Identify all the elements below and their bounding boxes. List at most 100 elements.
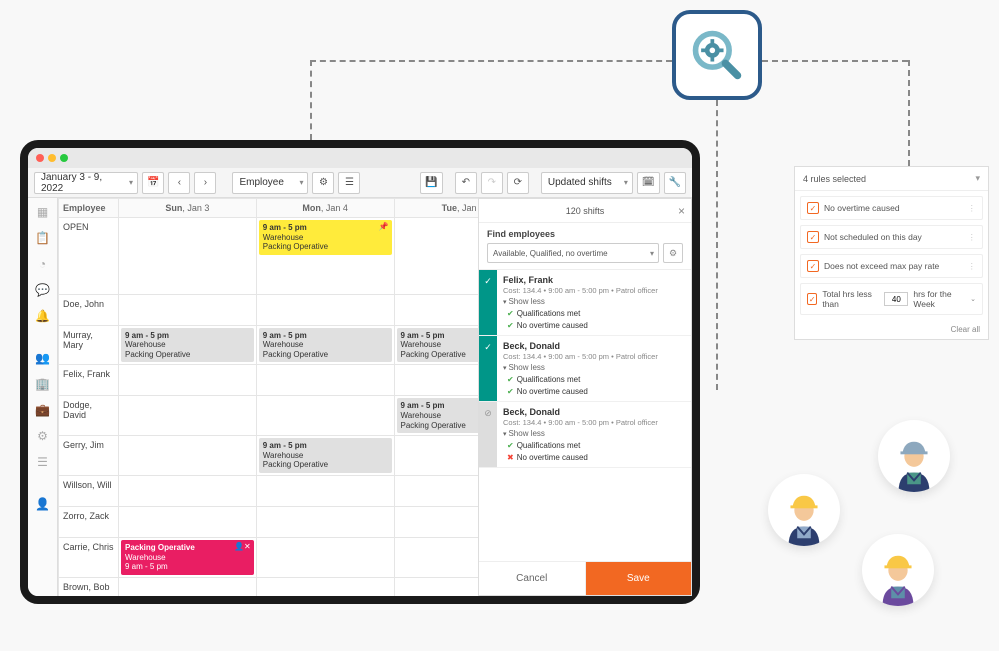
panel-subtitle: Find employees: [487, 229, 683, 239]
nav-bell-icon[interactable]: 🔔: [35, 308, 51, 324]
hours-input[interactable]: [884, 292, 908, 306]
nav-gear-icon[interactable]: ⚙: [35, 428, 51, 444]
row-label: Brown, Bob: [59, 578, 118, 596]
wrench-icon: 🔧: [669, 177, 681, 188]
candidate-name: Beck, Donald: [503, 341, 685, 351]
redo-icon: ↷: [488, 177, 496, 188]
rule-item[interactable]: ✓Total hrs less thanhrs for the Week⌄: [800, 283, 983, 315]
checkmark-badge: ✓: [479, 270, 497, 335]
row-label: Willson, Will: [59, 476, 118, 506]
undo-button[interactable]: ↶: [455, 172, 477, 194]
show-less-toggle[interactable]: Show less: [503, 297, 685, 306]
checkbox-icon[interactable]: ✓: [807, 202, 819, 214]
shift-block[interactable]: 📌9 am - 5 pmWarehousePacking Operative: [259, 220, 392, 255]
disabled-badge: ⊘: [479, 402, 497, 467]
nav-list-icon[interactable]: ☰: [35, 454, 51, 470]
row-label: Carrie, Chris: [59, 538, 118, 568]
col-day-header: Mon, Jan 4: [256, 199, 394, 218]
nav-user-icon[interactable]: 👤: [35, 496, 51, 512]
shift-block[interactable]: 9 am - 5 pmWarehousePacking Operative: [259, 438, 392, 473]
candidate-row[interactable]: ✓ Beck, Donald Cost: 134.4 • 9:00 am - 5…: [479, 336, 691, 402]
candidate-row[interactable]: ✓ Felix, Frank Cost: 134.4 • 9:00 am - 5…: [479, 270, 691, 336]
show-less-toggle[interactable]: Show less: [503, 429, 685, 438]
connector-line: [716, 100, 718, 390]
rules-header[interactable]: 4 rules selected: [795, 167, 988, 191]
checkbox-icon[interactable]: ✓: [807, 293, 817, 305]
nav-grid-icon[interactable]: ▦: [35, 204, 51, 220]
shift-block[interactable]: 9 am - 5 pmWarehousePacking Operative: [121, 328, 254, 363]
worker-avatar-icon: [768, 474, 840, 546]
clipboard-icon: 🗓: [642, 177, 655, 188]
connector-line: [908, 60, 910, 166]
save-button[interactable]: 💾: [420, 172, 442, 194]
clipboard-button[interactable]: 🗓: [637, 172, 660, 194]
col-day-header: Sun, Jan 3: [119, 199, 257, 218]
checkbox-icon[interactable]: ✓: [807, 231, 819, 243]
calendar-button[interactable]: 📅: [142, 172, 164, 194]
shift-block[interactable]: 👤✕Packing OperativeWarehouse9 am - 5 pm: [121, 540, 254, 575]
drag-icon[interactable]: ⋮: [968, 261, 977, 272]
filter-icon: ☰: [345, 177, 354, 188]
tools-button[interactable]: 🔧: [664, 172, 686, 194]
nav-chat-icon[interactable]: 💬: [35, 282, 51, 298]
close-icon[interactable]: ×: [678, 204, 685, 218]
nav-people-icon[interactable]: 👥: [35, 350, 51, 366]
feature-magnify-gear-icon: [672, 10, 762, 100]
candidate-meta: Cost: 134.4 • 9:00 am - 5:00 pm • Patrol…: [503, 418, 685, 427]
zoom-dot[interactable]: [60, 154, 68, 162]
rules-panel: 4 rules selected ✓No overtime caused⋮ ✓N…: [794, 166, 989, 340]
candidate-name: Beck, Donald: [503, 407, 685, 417]
refresh-icon: ⟳: [514, 177, 522, 188]
rule-item[interactable]: ✓Does not exceed max pay rate⋮: [800, 254, 983, 278]
filter-select[interactable]: Available, Qualified, no overtime: [487, 243, 659, 263]
row-label: Felix, Frank: [59, 365, 118, 395]
user-close-icons[interactable]: 👤✕: [234, 542, 251, 552]
refresh-button[interactable]: ⟳: [507, 172, 529, 194]
prev-button[interactable]: ‹: [168, 172, 190, 194]
rule-item[interactable]: ✓No overtime caused⋮: [800, 196, 983, 220]
filter-button[interactable]: ☰: [338, 172, 360, 194]
candidate-row[interactable]: ⊘ Beck, Donald Cost: 134.4 • 9:00 am - 5…: [479, 402, 691, 468]
status-select[interactable]: Updated shifts: [541, 172, 633, 194]
panel-title: 120 shifts: [566, 206, 605, 216]
candidate-name: Felix, Frank: [503, 275, 685, 285]
chevron-left-icon: ‹: [178, 177, 181, 188]
clear-all-link[interactable]: Clear all: [795, 320, 988, 339]
cancel-button[interactable]: Cancel: [479, 562, 586, 595]
minimize-dot[interactable]: [48, 154, 56, 162]
checkbox-icon[interactable]: ✓: [807, 260, 819, 272]
filter-settings-button[interactable]: ⚙: [663, 243, 683, 263]
date-range-select[interactable]: January 3 - 9, 2022: [34, 172, 138, 194]
drag-icon[interactable]: ⋮: [968, 203, 977, 214]
save-button[interactable]: Save: [586, 562, 692, 595]
chevron-right-icon: ›: [204, 177, 207, 188]
connector-line: [310, 60, 672, 62]
nav-clipboard-icon[interactable]: 📋: [35, 230, 51, 246]
check-icon: ✔: [507, 309, 514, 318]
check-icon: ✔: [507, 387, 514, 396]
shift-block[interactable]: 9 am - 5 pmWarehousePacking Operative: [259, 328, 392, 363]
undo-icon: ↶: [462, 177, 470, 188]
candidate-meta: Cost: 134.4 • 9:00 am - 5:00 pm • Patrol…: [503, 286, 685, 295]
nav-briefcase-icon[interactable]: 💼: [35, 402, 51, 418]
redo-button[interactable]: ↷: [481, 172, 503, 194]
next-button[interactable]: ›: [194, 172, 216, 194]
check-icon: ✔: [507, 321, 514, 330]
row-label: Doe, John: [59, 295, 118, 325]
find-employees-panel: 120 shifts × Find employees Available, Q…: [478, 198, 692, 596]
view-select[interactable]: Employee: [232, 172, 308, 194]
row-label: Murray, Mary: [59, 326, 118, 356]
show-less-toggle[interactable]: Show less: [503, 363, 685, 372]
gear-icon: ⚙: [319, 177, 328, 188]
rule-item[interactable]: ✓Not scheduled on this day⋮: [800, 225, 983, 249]
checkmark-badge: ✓: [479, 336, 497, 401]
nav-department-icon[interactable]: 🏢: [35, 376, 51, 392]
drag-icon[interactable]: ⋮: [968, 232, 977, 243]
col-employee-header: Employee: [59, 199, 119, 218]
mac-titlebar: [28, 148, 692, 168]
close-dot[interactable]: [36, 154, 44, 162]
row-label: Gerry, Jim: [59, 436, 118, 466]
row-label: OPEN: [59, 218, 118, 248]
nav-chart-icon[interactable]: ◔: [35, 256, 51, 272]
settings-button[interactable]: ⚙: [312, 172, 334, 194]
